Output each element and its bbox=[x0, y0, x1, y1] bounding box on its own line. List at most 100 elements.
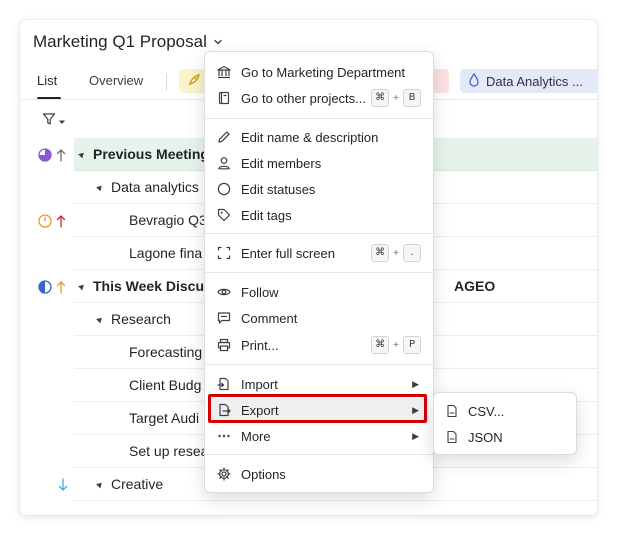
menu-separator bbox=[205, 364, 433, 365]
row-title: Target Audi bbox=[129, 410, 200, 426]
shortcut-key: ⌘ bbox=[371, 89, 390, 107]
menu-separator bbox=[205, 454, 433, 455]
keyboard-shortcut: ⌘ + B bbox=[371, 89, 421, 107]
row-title: This Week Discus bbox=[93, 278, 212, 294]
filter-icon bbox=[42, 112, 56, 131]
row-2-indicators bbox=[38, 214, 66, 233]
arrow-down-icon[interactable] bbox=[58, 478, 68, 497]
menu-item-export[interactable]: Export ▶ bbox=[209, 398, 429, 422]
submenu-arrow-icon: ▶ bbox=[412, 378, 419, 389]
fullscreen-icon bbox=[216, 245, 232, 261]
rocket-icon bbox=[187, 73, 201, 90]
submenu-item-label: CSV... bbox=[468, 403, 505, 419]
menu-item-comment[interactable]: Comment bbox=[209, 306, 429, 330]
keyboard-shortcut: ⌘ + . bbox=[371, 244, 421, 262]
submenu-arrow-icon: ▶ bbox=[412, 404, 419, 415]
row-title: Client Budg bbox=[129, 377, 202, 393]
circle-icon bbox=[216, 181, 232, 197]
shortcut-key: . bbox=[403, 244, 421, 262]
menu-item-label: Options bbox=[241, 466, 286, 482]
tabs-divider bbox=[166, 73, 167, 91]
menu-separator bbox=[205, 118, 433, 119]
menu-separator bbox=[205, 233, 433, 234]
shortcut-key: B bbox=[403, 89, 421, 107]
arrow-up-icon[interactable] bbox=[56, 148, 66, 167]
menu-item-edit-members[interactable]: Edit members bbox=[209, 151, 429, 175]
submenu-item-json[interactable]: JSON bbox=[438, 425, 572, 449]
purple-progress-icon[interactable] bbox=[38, 148, 52, 167]
project-title[interactable]: Marketing Q1 Proposal bbox=[33, 32, 207, 52]
row-title: Research bbox=[111, 311, 171, 327]
shortcut-plus: + bbox=[393, 247, 399, 259]
tab-chip-data-analytics[interactable]: Data Analytics ... bbox=[460, 69, 597, 93]
menu-item-enter-full-screen[interactable]: Enter full screen ⌘ + . bbox=[209, 241, 429, 265]
menu-item-label: More bbox=[241, 428, 271, 444]
menu-item-print[interactable]: Print... ⌘ + P bbox=[209, 333, 429, 357]
tab-overview[interactable]: Overview bbox=[89, 73, 143, 88]
expand-triangle-icon[interactable] bbox=[96, 315, 104, 324]
printer-icon bbox=[216, 337, 232, 353]
json-file-icon bbox=[444, 429, 460, 445]
person-icon bbox=[216, 155, 232, 171]
eye-icon bbox=[216, 284, 232, 300]
book-icon bbox=[216, 90, 232, 106]
orange-timer-icon[interactable] bbox=[38, 214, 52, 233]
shortcut-key: ⌘ bbox=[371, 336, 390, 354]
project-title-row[interactable]: Marketing Q1 Proposal bbox=[33, 31, 223, 53]
menu-item-follow[interactable]: Follow bbox=[209, 280, 429, 304]
menu-item-import[interactable]: Import ▶ bbox=[209, 372, 429, 396]
arrow-up-icon[interactable] bbox=[56, 214, 66, 233]
expand-triangle-icon[interactable] bbox=[78, 150, 86, 159]
menu-item-more[interactable]: More ▶ bbox=[209, 424, 429, 448]
menu-item-label: Go to other projects... bbox=[241, 90, 367, 106]
row-title: Previous Meeting bbox=[93, 146, 209, 162]
shortcut-plus: + bbox=[393, 92, 399, 104]
project-context-menu: Go to Marketing Department Go to other p… bbox=[204, 51, 434, 493]
submenu-arrow-icon: ▶ bbox=[412, 430, 419, 441]
building-icon bbox=[216, 64, 232, 80]
row-10-indicators bbox=[58, 478, 68, 497]
row-4-indicators bbox=[38, 280, 66, 299]
row-title: Forecasting bbox=[129, 344, 203, 360]
menu-item-label: Edit members bbox=[241, 155, 322, 171]
shortcut-plus: + bbox=[393, 339, 399, 351]
menu-item-edit-statuses[interactable]: Edit statuses bbox=[209, 177, 429, 201]
dots-icon bbox=[216, 428, 232, 444]
submenu-item-label: JSON bbox=[468, 429, 503, 445]
expand-triangle-icon[interactable] bbox=[78, 282, 86, 291]
row-title: Bevragio Q3 bbox=[129, 212, 207, 228]
menu-item-label: Enter full screen bbox=[241, 245, 335, 261]
row-0-indicators bbox=[38, 148, 66, 167]
menu-separator bbox=[205, 272, 433, 273]
menu-item-label: Export bbox=[241, 402, 279, 418]
expand-triangle-icon[interactable] bbox=[96, 480, 104, 489]
filter-button[interactable] bbox=[42, 112, 66, 131]
menu-item-options[interactable]: Options bbox=[209, 462, 429, 486]
menu-item-label: Edit name & description bbox=[241, 129, 379, 145]
submenu-item-csv[interactable]: CSV... bbox=[438, 399, 572, 423]
tag-icon bbox=[216, 207, 232, 223]
arrow-up-icon[interactable] bbox=[56, 280, 66, 299]
export-icon bbox=[216, 402, 232, 418]
caret-down-icon bbox=[58, 113, 66, 131]
blue-half-circle-icon[interactable] bbox=[38, 280, 52, 299]
menu-item-edit-name[interactable]: Edit name & description bbox=[209, 125, 429, 149]
import-icon bbox=[216, 376, 232, 392]
tab-list[interactable]: List bbox=[37, 73, 57, 88]
row-title-suffix: AGEO bbox=[454, 278, 496, 294]
expand-triangle-icon[interactable] bbox=[96, 183, 104, 192]
export-submenu: CSV... JSON bbox=[433, 392, 577, 455]
shortcut-key: P bbox=[403, 336, 421, 354]
row-title: Lagone fina bbox=[129, 245, 203, 261]
menu-item-label: Edit statuses bbox=[241, 181, 316, 197]
droplet-icon bbox=[468, 72, 480, 90]
menu-item-go-to-department[interactable]: Go to Marketing Department bbox=[209, 60, 429, 84]
gear-icon bbox=[216, 466, 232, 482]
menu-item-edit-tags[interactable]: Edit tags bbox=[209, 203, 429, 227]
row-title: Data analytics bbox=[111, 179, 199, 195]
shortcut-key: ⌘ bbox=[371, 244, 390, 262]
menu-item-label: Follow bbox=[241, 284, 279, 300]
menu-item-go-to-other-projects[interactable]: Go to other projects... ⌘ + B bbox=[209, 86, 429, 110]
chevron-down-icon[interactable] bbox=[213, 37, 223, 47]
menu-item-label: Edit tags bbox=[241, 207, 292, 223]
